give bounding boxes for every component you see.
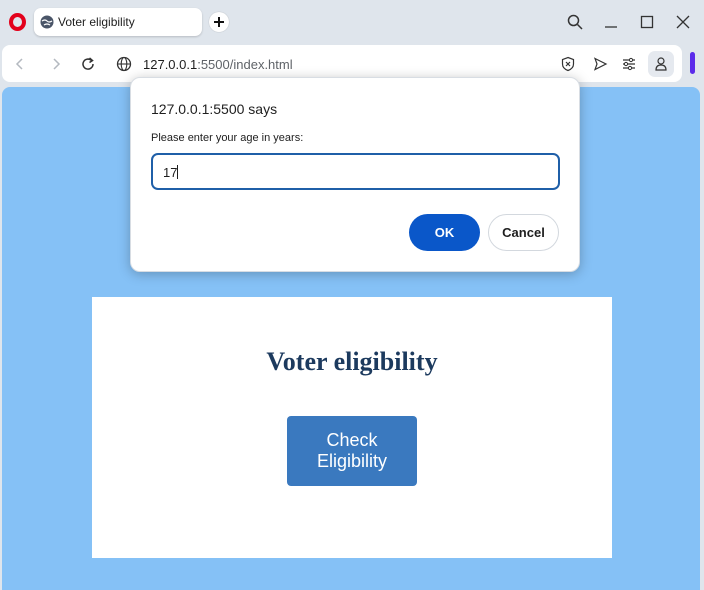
cancel-button[interactable]: Cancel	[488, 214, 559, 251]
minimize-icon[interactable]	[601, 12, 621, 32]
url-path: :5500/index.html	[197, 57, 293, 72]
prompt-dialog: 127.0.0.1:5500 says Please enter your ag…	[130, 77, 580, 272]
back-icon[interactable]	[11, 55, 29, 73]
new-tab-button[interactable]	[209, 12, 229, 32]
age-input[interactable]: 17	[151, 153, 560, 190]
dialog-title: 127.0.0.1:5500 says	[151, 101, 278, 117]
easy-setup-icon[interactable]	[620, 55, 638, 73]
forward-icon[interactable]	[47, 55, 65, 73]
globe-icon	[40, 15, 54, 29]
ok-button[interactable]: OK	[409, 214, 480, 251]
check-eligibility-button[interactable]: Check Eligibility	[287, 416, 417, 486]
url-text[interactable]: 127.0.0.1:5500/index.html	[143, 57, 293, 72]
send-icon[interactable]	[591, 55, 609, 73]
search-tabs-icon[interactable]	[565, 12, 585, 32]
url-host: 127.0.0.1	[143, 57, 198, 72]
close-window-icon[interactable]	[673, 12, 693, 32]
page-title: Voter eligibility	[266, 347, 438, 376]
site-info-globe-icon[interactable]	[115, 55, 133, 73]
tab-strip: Voter eligibility	[0, 0, 704, 44]
opera-logo-icon[interactable]	[9, 13, 26, 31]
sidebar-toggle[interactable]	[690, 52, 695, 74]
text-caret	[177, 165, 179, 179]
dialog-message: Please enter your age in years:	[151, 132, 304, 144]
check-button-line1: Check	[326, 430, 378, 450]
check-button-line2: Eligibility	[316, 451, 388, 471]
reload-icon[interactable]	[79, 55, 97, 73]
adblock-shield-icon[interactable]	[559, 55, 577, 73]
profile-icon[interactable]	[648, 51, 674, 77]
content-card: Voter eligibility Check Eligibility	[92, 297, 612, 558]
age-input-value: 17	[163, 165, 178, 180]
tab-title: Voter eligibility	[58, 15, 135, 29]
maximize-icon[interactable]	[637, 12, 657, 32]
tab-voter-eligibility[interactable]: Voter eligibility	[34, 8, 202, 36]
